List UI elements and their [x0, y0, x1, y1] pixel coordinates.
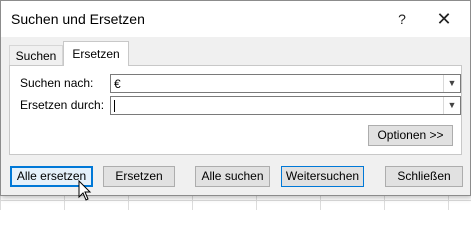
- tab-search[interactable]: Suchen: [9, 45, 63, 66]
- replace-combo[interactable]: ▼: [110, 96, 461, 115]
- help-button[interactable]: ?: [379, 1, 425, 37]
- find-next-button[interactable]: Weitersuchen: [281, 166, 364, 187]
- options-button[interactable]: Optionen >>: [368, 125, 453, 146]
- find-all-button[interactable]: Alle suchen: [195, 166, 270, 187]
- find-input[interactable]: €: [114, 77, 121, 91]
- mouse-pointer-icon: [78, 180, 92, 201]
- close-button[interactable]: Schließen: [385, 166, 463, 187]
- find-label: Suchen nach:: [20, 76, 94, 90]
- replace-panel: Suchen nach: € ▼ Ersetzen durch: ▼ Optio…: [9, 65, 462, 155]
- find-replace-dialog: Suchen und Ersetzen ? ✕ Suchen Ersetzen …: [0, 0, 471, 196]
- tab-replace[interactable]: Ersetzen: [63, 41, 129, 66]
- title-bar: Suchen und Ersetzen ? ✕: [1, 1, 470, 37]
- replace-button[interactable]: Ersetzen: [103, 166, 175, 187]
- replace-label: Ersetzen durch:: [20, 98, 105, 112]
- chevron-down-icon[interactable]: ▼: [443, 97, 460, 114]
- chevron-down-icon[interactable]: ▼: [443, 75, 460, 92]
- dialog-title: Suchen und Ersetzen: [11, 11, 145, 27]
- find-combo[interactable]: € ▼: [110, 74, 461, 93]
- close-icon[interactable]: ✕: [421, 1, 467, 37]
- text-caret: [114, 100, 115, 112]
